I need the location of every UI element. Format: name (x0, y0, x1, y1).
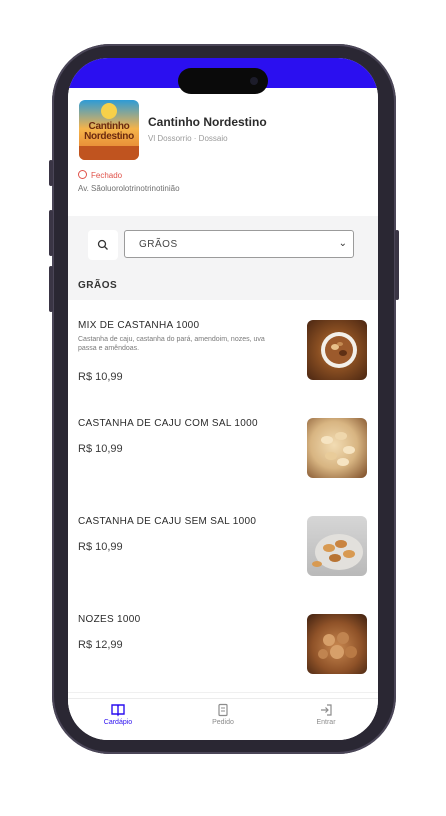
nav-item-order[interactable]: Pedido (183, 703, 263, 726)
nav-item-login[interactable]: Entrar (286, 703, 366, 726)
product-name: CASTANHA DE CAJU COM SAL 1000 (78, 418, 258, 429)
login-icon (321, 704, 332, 716)
nav-label: Cardápio (103, 719, 133, 726)
store-logo: Cantinho Nordestino (79, 100, 139, 160)
app-screen: Cantinho Nordestino Cantinho Nordestino V… (68, 58, 378, 740)
search-button[interactable] (88, 230, 118, 260)
book-icon (111, 704, 125, 717)
product-price: R$ 12,99 (78, 639, 123, 651)
product-name: CASTANHA DE CAJU SEM SAL 1000 (78, 516, 257, 527)
product-item[interactable]: NOZES 1000 R$ 12,99 (68, 594, 378, 693)
store-address: Av. Sãoluorolotrinotrinotinião (78, 184, 180, 193)
nav-label: Entrar (316, 719, 336, 726)
bottom-nav: Cardápio Pedido Entrar (68, 698, 378, 740)
product-image (307, 320, 367, 380)
receipt-icon (218, 703, 228, 717)
filter-bar: GRÃOS ⌄ (68, 216, 378, 274)
product-description: Castanha de caju, castanha do pará, amen… (78, 336, 265, 352)
product-price: R$ 10,99 (78, 541, 123, 553)
clock-icon (78, 170, 87, 179)
search-icon (97, 239, 108, 250)
product-item[interactable]: CASTANHA DE CAJU COM SAL 1000 R$ 10,99 (68, 398, 378, 497)
product-price: R$ 10,99 (78, 443, 123, 455)
product-price: R$ 10,99 (78, 371, 123, 383)
chevron-down-icon: ⌄ (338, 238, 347, 249)
dynamic-island (178, 68, 268, 94)
product-name: NOZES 1000 (78, 614, 141, 625)
product-name: MIX DE CASTANHA 1000 (78, 320, 200, 331)
nav-label: Pedido (212, 719, 234, 726)
volume-down-button (49, 266, 53, 312)
product-image (307, 418, 367, 478)
store-status: Fechado (78, 170, 122, 180)
section-header: GRÃOS (68, 274, 378, 300)
product-item[interactable]: MIX DE CASTANHA 1000 Castanha de caju, c… (68, 300, 378, 399)
product-image (307, 516, 367, 576)
nav-item-menu[interactable]: Cardápio (78, 703, 158, 726)
mute-switch (49, 160, 53, 186)
category-select[interactable]: GRÃOS ⌄ (124, 230, 354, 258)
store-status-text: Fechado (91, 171, 123, 180)
volume-up-button (49, 210, 53, 256)
section-title: GRÃOS (78, 280, 118, 291)
product-image (307, 614, 367, 674)
store-subtitle: Vl Dossorrio · Dossaio (148, 134, 228, 143)
power-button (395, 230, 399, 300)
store-name: Cantinho Nordestino (148, 115, 267, 129)
product-item[interactable]: CASTANHA DE CAJU SEM SAL 1000 R$ 10,99 (68, 496, 378, 595)
category-select-value: GRÃOS (139, 239, 178, 250)
